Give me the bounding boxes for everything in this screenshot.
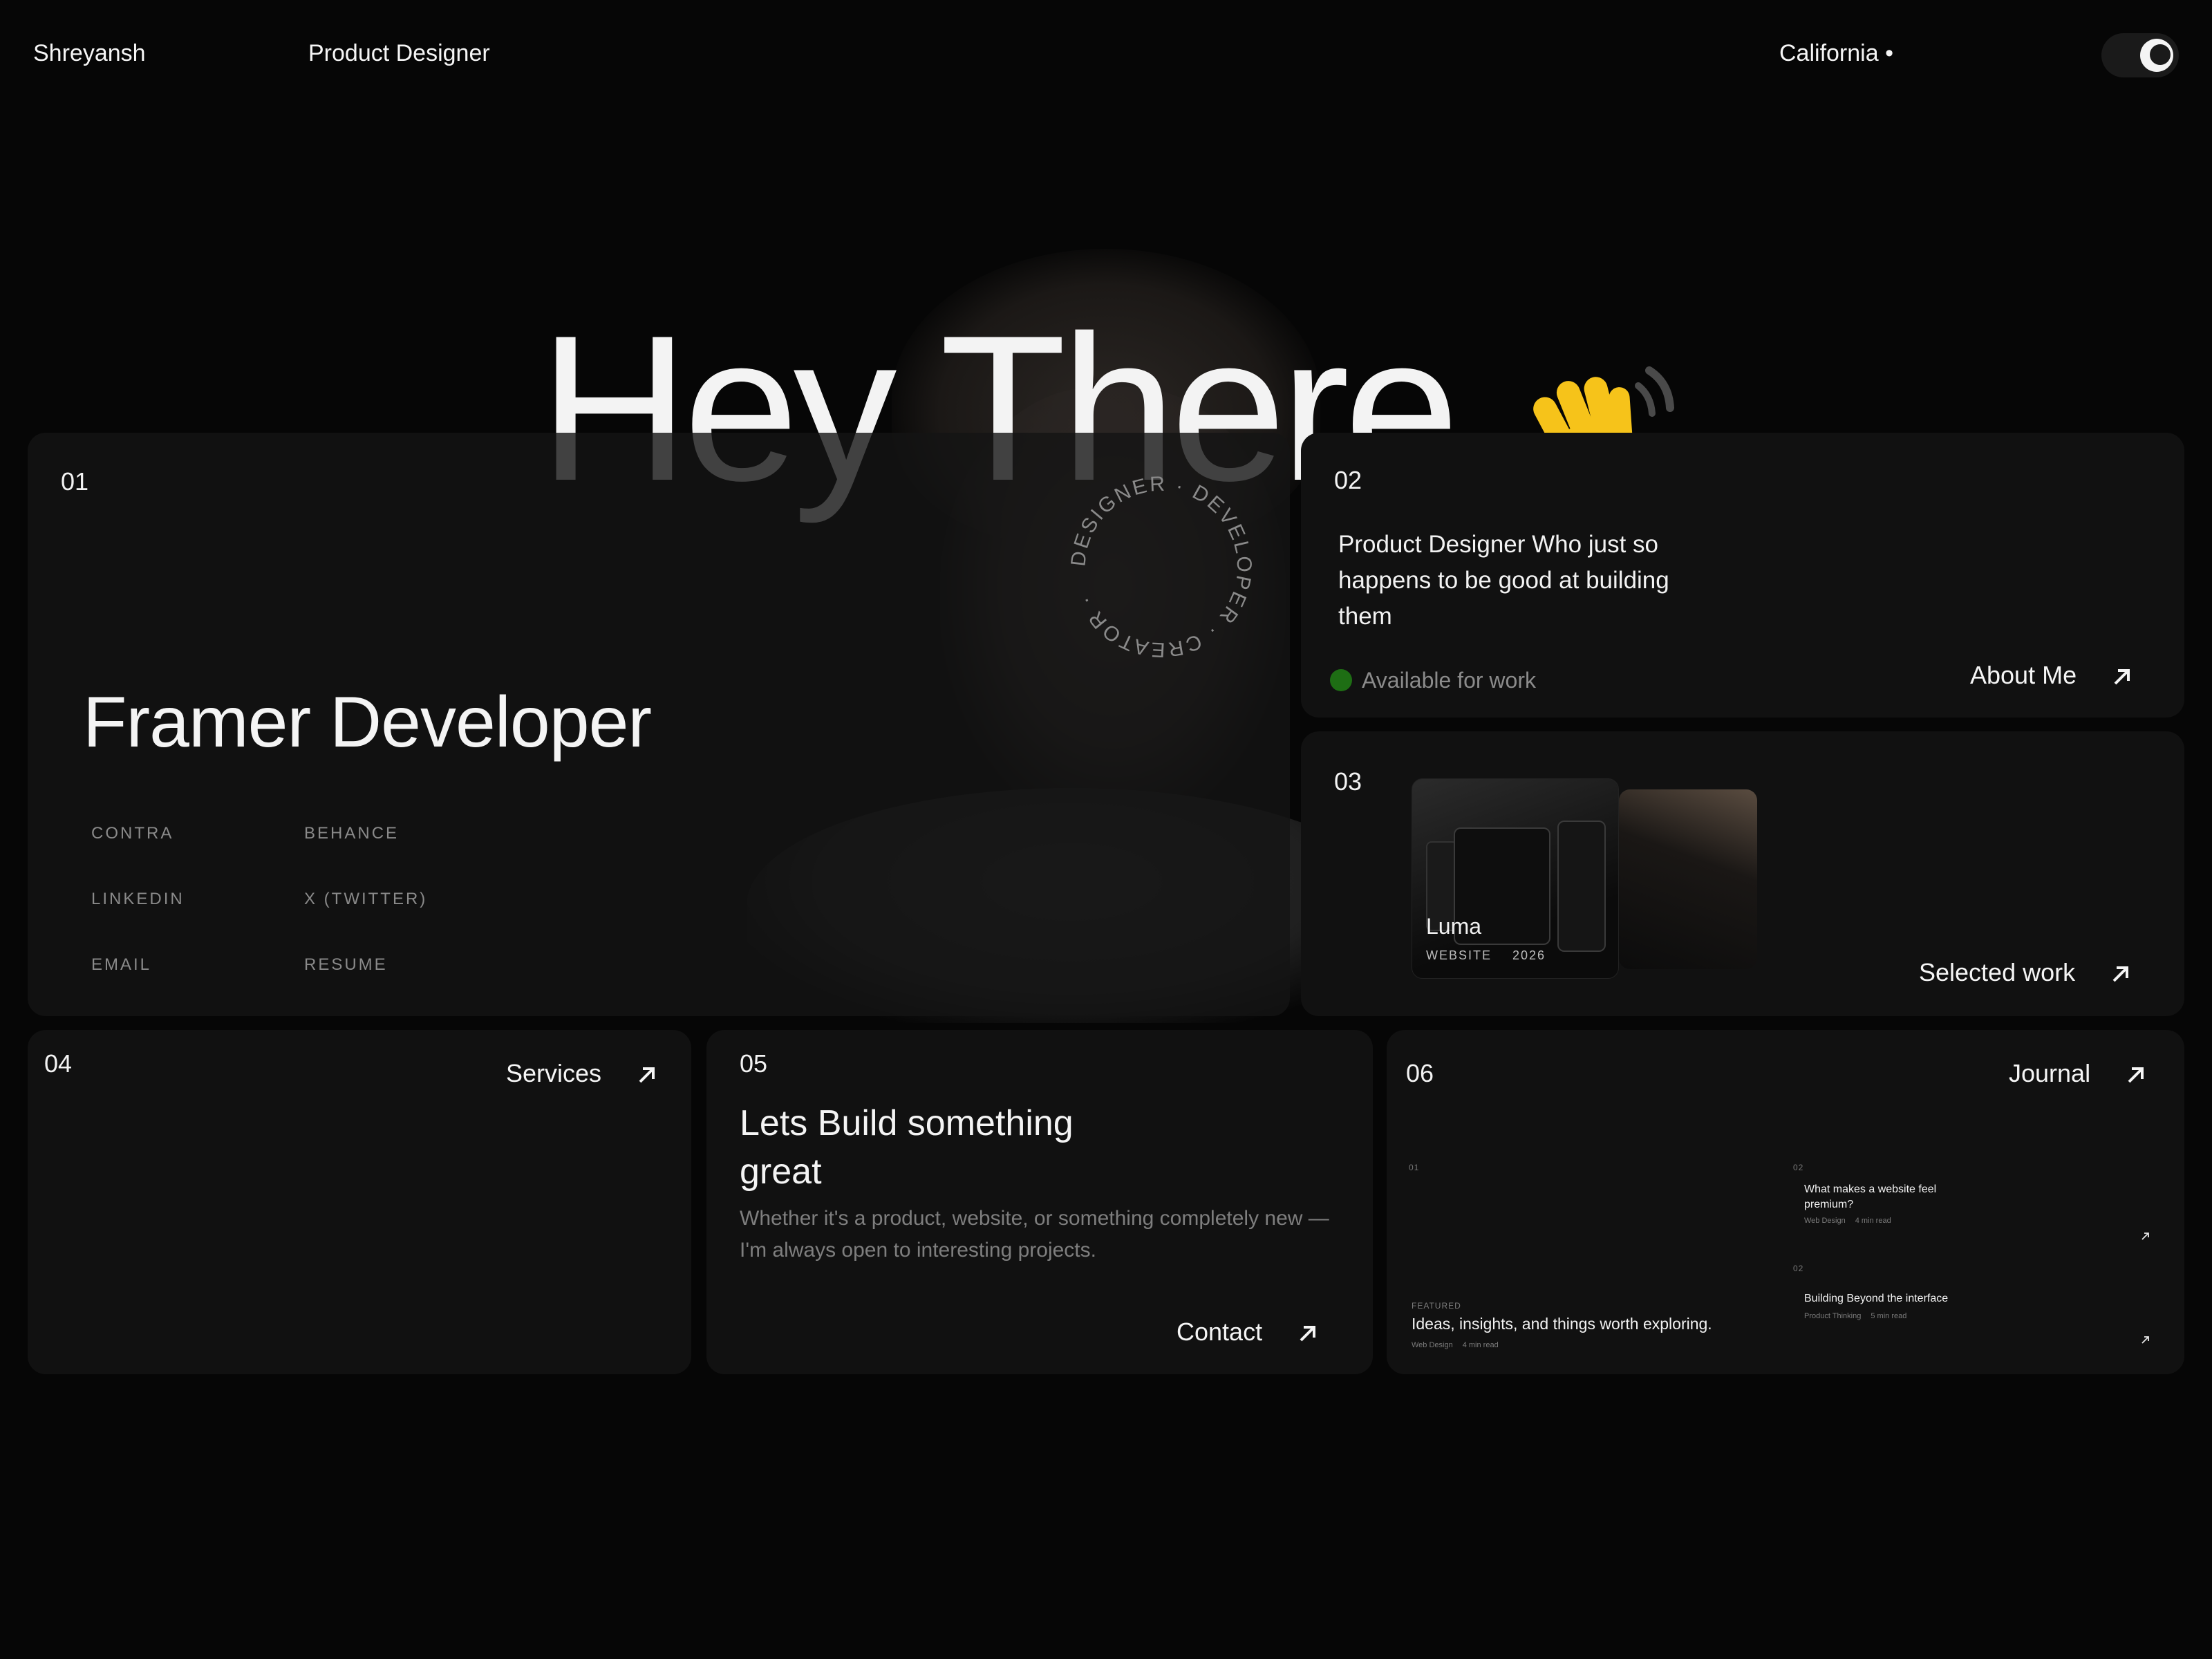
project-meta: WEBSITE 2026 — [1426, 948, 1566, 963]
article-read-time: 5 min read — [1871, 1312, 1907, 1320]
article-meta: Web Design 4 min read — [1804, 1217, 1901, 1225]
svg-text:DESIGNER · DEVELOPER · CREATOR: DESIGNER · DEVELOPER · CREATOR · — [1067, 473, 1255, 662]
project-name: Luma — [1426, 914, 1482, 939]
article-number: 02 — [1793, 1264, 1804, 1273]
link-contra[interactable]: CONTRA — [91, 824, 174, 843]
selected-work-link[interactable]: Selected work — [1919, 958, 2133, 987]
arrow-up-right-icon — [2124, 1062, 2148, 1087]
status-dot — [1330, 668, 1352, 691]
project-type: WEBSITE — [1426, 948, 1492, 962]
link-label: About Me — [1970, 661, 2077, 689]
featured-label: FEATURED — [1412, 1301, 1461, 1311]
site-name[interactable]: Shreyansh — [33, 40, 146, 67]
link-label: Journal — [2009, 1059, 2091, 1087]
card-number: 05 — [740, 1049, 768, 1078]
badge-text: DESIGNER · DEVELOPER · CREATOR · — [1067, 473, 1253, 662]
arrow-up-right-icon — [2110, 664, 2135, 689]
device-phone-shape — [1557, 821, 1606, 952]
article-number: 02 — [1793, 1163, 1804, 1172]
contact-title: Lets Build something great — [740, 1103, 1074, 1192]
moon-icon — [2140, 39, 2173, 72]
link-label: Selected work — [1919, 958, 2076, 986]
card-services: 04 Services — [28, 1030, 691, 1374]
article-category: Product Thinking — [1804, 1312, 1862, 1320]
card-about: 02 Product Designer Who just so happens … — [1301, 433, 2184, 718]
link-label: Services — [506, 1059, 602, 1087]
site-role: Product Designer — [308, 40, 490, 66]
article-title: Building Beyond the interface — [1804, 1293, 1949, 1304]
card-contact: 05 Lets Build something great Whether it… — [706, 1030, 1373, 1374]
arrow-up-right-icon — [1295, 1321, 1320, 1346]
link-x-twitter[interactable]: X (TWITTER) — [304, 890, 427, 909]
card-selected-work: 03 Luma WEBSITE 2026 Selected work — [1301, 731, 2184, 1016]
article-category: Web Design — [1804, 1217, 1846, 1225]
card-number: 02 — [1334, 466, 1362, 494]
project-thumbnail-secondary[interactable] — [1619, 789, 1757, 969]
arrow-up-right-icon — [2108, 962, 2133, 986]
card-number: 03 — [1334, 767, 1362, 796]
contact-link[interactable]: Contact — [1177, 1318, 1320, 1347]
link-label: Contact — [1177, 1318, 1263, 1346]
featured-title: Ideas, insights, and things worth explor… — [1412, 1315, 1712, 1333]
link-behance[interactable]: BEHANCE — [304, 824, 399, 843]
article-meta: Product Thinking 5 min read — [1804, 1312, 1916, 1320]
article-number: 01 — [1409, 1163, 1420, 1172]
rotating-badge: DESIGNER · DEVELOPER · CREATOR · — [1065, 470, 1258, 664]
theme-toggle[interactable] — [2101, 33, 2179, 77]
status-text: Available for work — [1362, 668, 1536, 693]
services-link[interactable]: Services — [506, 1059, 659, 1088]
project-year: 2026 — [1512, 948, 1546, 962]
project-thumbnail-luma[interactable]: Luma WEBSITE 2026 — [1412, 778, 1619, 979]
link-resume[interactable]: RESUME — [304, 955, 388, 975]
card-number: 04 — [44, 1049, 73, 1078]
about-me-link[interactable]: About Me — [1970, 661, 2135, 690]
availability-status: Available for work — [1330, 668, 1536, 693]
article-meta: Web Design 4 min read — [1412, 1341, 1508, 1349]
card-number: 06 — [1406, 1059, 1434, 1087]
link-linkedin[interactable]: LINKEDIN — [91, 890, 185, 909]
link-email[interactable]: EMAIL — [91, 955, 151, 975]
arrow-up-right-icon — [2141, 1336, 2149, 1344]
article-category: Web Design — [1412, 1341, 1453, 1349]
card-journal: 06 Journal 01 FEATURED Ideas, insights, … — [1387, 1030, 2184, 1374]
arrow-up-right-icon — [635, 1062, 659, 1087]
arrow-up-right-icon — [2141, 1232, 2149, 1240]
card-number: 01 — [61, 467, 89, 496]
article-read-time: 4 min read — [1855, 1217, 1891, 1225]
article-title: What makes a website feel premium? — [1804, 1183, 1937, 1210]
article-read-time: 4 min read — [1462, 1341, 1499, 1349]
contact-body: Whether it's a product, website, or some… — [740, 1207, 1329, 1262]
about-text: Product Designer Who just so happens to … — [1338, 531, 1669, 630]
card-title: Framer Developer — [83, 682, 652, 762]
location-label: California • — [1779, 40, 1893, 66]
top-bar: Shreyansh Product Designer California • — [0, 0, 2212, 111]
journal-link[interactable]: Journal — [2009, 1059, 2148, 1088]
